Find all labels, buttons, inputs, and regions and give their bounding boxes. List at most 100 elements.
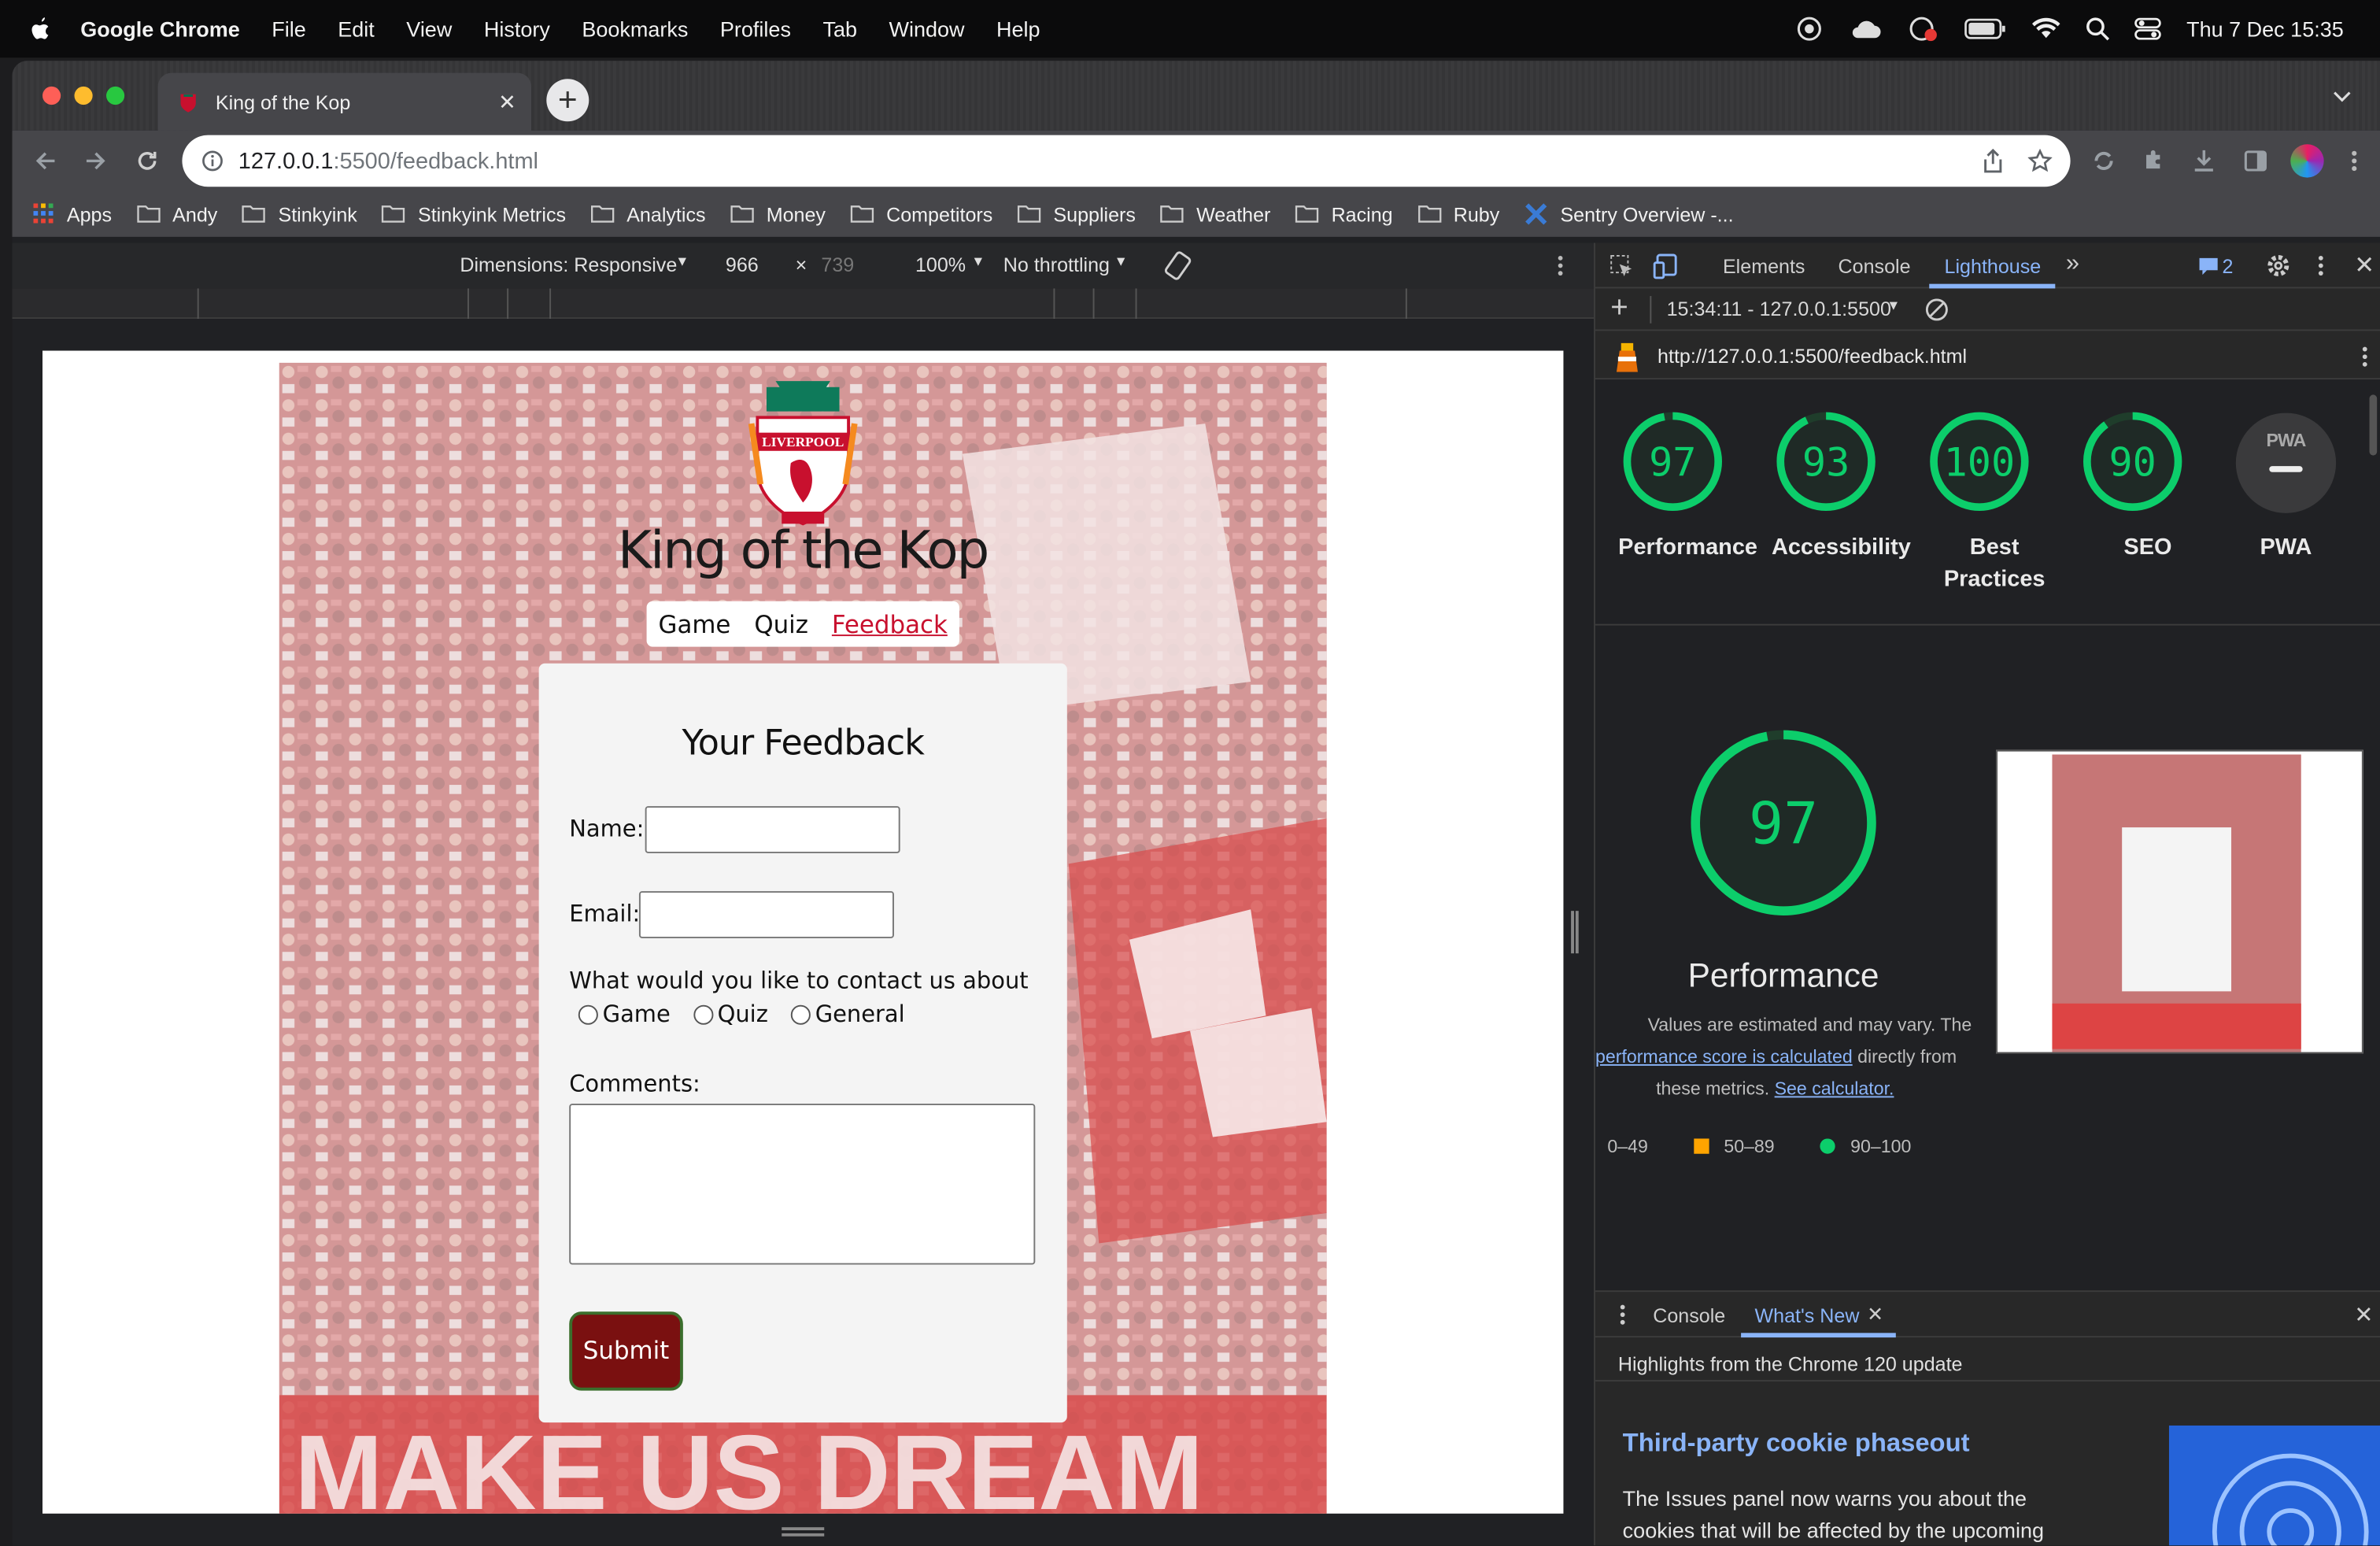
zoom-dropdown[interactable]: 100% [915, 253, 966, 276]
rotate-icon[interactable] [1162, 250, 1193, 281]
address-bar[interactable]: 127.0.0.1:5500/feedback.html [182, 135, 2071, 187]
radio-general[interactable] [790, 1004, 811, 1024]
menu-help[interactable]: Help [996, 17, 1040, 41]
clear-reports-icon[interactable] [1924, 298, 1949, 322]
close-devtools-icon[interactable]: ✕ [2354, 250, 2374, 281]
control-center-icon[interactable] [2135, 17, 2163, 41]
chrome-menu-kebab-icon[interactable] [2349, 149, 2359, 173]
side-panel-icon[interactable] [2243, 149, 2267, 173]
menu-profiles[interactable]: Profiles [720, 17, 791, 41]
drawer-menu-icon[interactable] [1618, 1303, 1628, 1327]
bookmark-folder-racing[interactable]: Racing [1295, 202, 1393, 225]
devtools-menu-icon[interactable] [2316, 253, 2326, 278]
radio-game[interactable] [578, 1004, 598, 1024]
devtools-tab-elements[interactable]: Elements [1723, 255, 1805, 278]
vertical-scrollbar[interactable] [2369, 394, 2378, 456]
email-input[interactable] [638, 891, 894, 938]
new-report-plus-icon[interactable]: + [1610, 291, 1628, 326]
dimensions-dropdown[interactable]: Dimensions: Responsive [460, 253, 677, 276]
zoom-window-button[interactable] [106, 86, 125, 105]
throttling-dropdown[interactable]: No throttling [1003, 253, 1110, 276]
name-input[interactable] [645, 806, 900, 853]
apple-icon[interactable] [28, 15, 52, 43]
menu-tab[interactable]: Tab [822, 17, 857, 41]
bookmark-folder-andy[interactable]: Andy [136, 202, 217, 225]
menu-app-name[interactable]: Google Chrome [80, 17, 240, 41]
device-toolbar-menu-icon[interactable] [1556, 253, 1565, 278]
menu-history[interactable]: History [484, 17, 550, 41]
score-calculation-link[interactable]: performance score is calculated [1595, 1046, 1853, 1067]
drawer-tab-whats-new[interactable]: What's New [1754, 1304, 1859, 1327]
cloud-icon[interactable] [1850, 17, 1883, 41]
viewport-width-input[interactable]: 966 [726, 253, 759, 276]
reload-icon[interactable] [135, 149, 160, 173]
settings-gear-icon[interactable] [2264, 252, 2292, 279]
share-icon[interactable] [1983, 149, 2004, 173]
bookmark-folder-stinkyink-metrics[interactable]: Stinkyink Metrics [382, 202, 566, 225]
back-arrow-icon[interactable] [33, 149, 57, 173]
bookmark-folder-weather[interactable]: Weather [1160, 202, 1270, 225]
viewport-height-input[interactable]: 739 [821, 253, 854, 276]
gauge-best-practices[interactable]: 100 [1930, 412, 2029, 511]
nav-link-quiz[interactable]: Quiz [754, 609, 808, 638]
drawer-tab-console[interactable]: Console [1653, 1304, 1725, 1327]
gauge-performance[interactable]: 97 [1623, 412, 1722, 511]
radio-quiz[interactable] [693, 1004, 713, 1024]
bookmark-folder-suppliers[interactable]: Suppliers [1017, 202, 1136, 225]
close-drawer-icon[interactable]: ✕ [2354, 1301, 2373, 1329]
bookmark-folder-ruby[interactable]: Ruby [1417, 202, 1499, 225]
devtools-tab-console[interactable]: Console [1839, 255, 1911, 278]
issues-icon[interactable] [2198, 257, 2219, 276]
menubar-clock[interactable]: Thu 7 Dec 15:35 [2186, 17, 2344, 41]
nav-link-game[interactable]: Game [659, 609, 731, 638]
gauge-accessibility[interactable]: 93 [1776, 412, 1876, 511]
bookmark-apps[interactable]: Apps [33, 202, 112, 225]
new-tab-button[interactable]: + [546, 79, 589, 122]
close-window-button[interactable] [42, 86, 61, 105]
resize-handle[interactable] [1571, 911, 1579, 954]
main-gauge[interactable]: 97 [1691, 730, 1876, 915]
profile-avatar[interactable] [2290, 144, 2324, 178]
wifi-icon[interactable] [2031, 17, 2062, 41]
bookmark-sentry[interactable]: Sentry Overview -... [1524, 202, 1734, 227]
menu-view[interactable]: View [406, 17, 452, 41]
bottom-resize-handle[interactable] [782, 1527, 825, 1537]
nav-link-feedback[interactable]: Feedback [832, 609, 948, 638]
menu-file[interactable]: File [272, 17, 306, 41]
sync-extension-icon[interactable] [2092, 149, 2116, 173]
bookmark-folder-money[interactable]: Money [730, 202, 826, 225]
browser-tab[interactable]: King of the Kop ✕ [157, 72, 532, 131]
site-info-icon[interactable] [202, 150, 224, 172]
menu-edit[interactable]: Edit [338, 17, 375, 41]
news-title[interactable]: Third-party cookie phaseout [1623, 1429, 1970, 1459]
bookmark-star-icon[interactable] [2027, 149, 2053, 173]
close-drawer-tab-icon[interactable]: ✕ [1867, 1303, 1883, 1327]
submit-button[interactable]: Submit [569, 1311, 683, 1391]
device-toggle-icon[interactable] [1653, 252, 1680, 279]
pwa-badge[interactable]: PWA [2235, 412, 2337, 513]
forward-arrow-icon[interactable] [83, 149, 108, 173]
bookmark-folder-competitors[interactable]: Competitors [850, 202, 992, 225]
menu-bookmarks[interactable]: Bookmarks [582, 17, 688, 41]
tab-search-chevron-icon[interactable] [2331, 88, 2352, 103]
inspect-element-icon[interactable] [1609, 253, 1633, 278]
more-tabs-chevron-icon[interactable]: » [2066, 250, 2079, 278]
bookmark-folder-stinkyink[interactable]: Stinkyink [242, 202, 357, 225]
extensions-puzzle-icon[interactable] [2142, 149, 2166, 173]
spotlight-search-icon[interactable] [2086, 17, 2111, 41]
podcast-icon[interactable] [1795, 13, 1826, 44]
issues-count[interactable]: 2 [2222, 255, 2233, 278]
comments-textarea[interactable] [569, 1104, 1036, 1265]
download-icon[interactable] [2192, 149, 2216, 173]
screen-record-icon[interactable] [1907, 13, 1940, 44]
bookmark-folder-analytics[interactable]: Analytics [590, 202, 706, 225]
see-calculator-link[interactable]: See calculator. [1775, 1078, 1894, 1099]
devtools-tab-lighthouse[interactable]: Lighthouse [1945, 255, 2042, 278]
report-menu-icon[interactable] [2360, 345, 2370, 369]
final-screenshot-thumbnail[interactable] [1996, 749, 2363, 1054]
menu-window[interactable]: Window [889, 17, 964, 41]
report-selector[interactable]: 15:34:11 - 127.0.0.1:5500 [1667, 298, 1891, 320]
close-tab-icon[interactable]: ✕ [498, 89, 516, 115]
battery-icon[interactable] [1965, 17, 2008, 41]
minimize-window-button[interactable] [74, 86, 93, 105]
